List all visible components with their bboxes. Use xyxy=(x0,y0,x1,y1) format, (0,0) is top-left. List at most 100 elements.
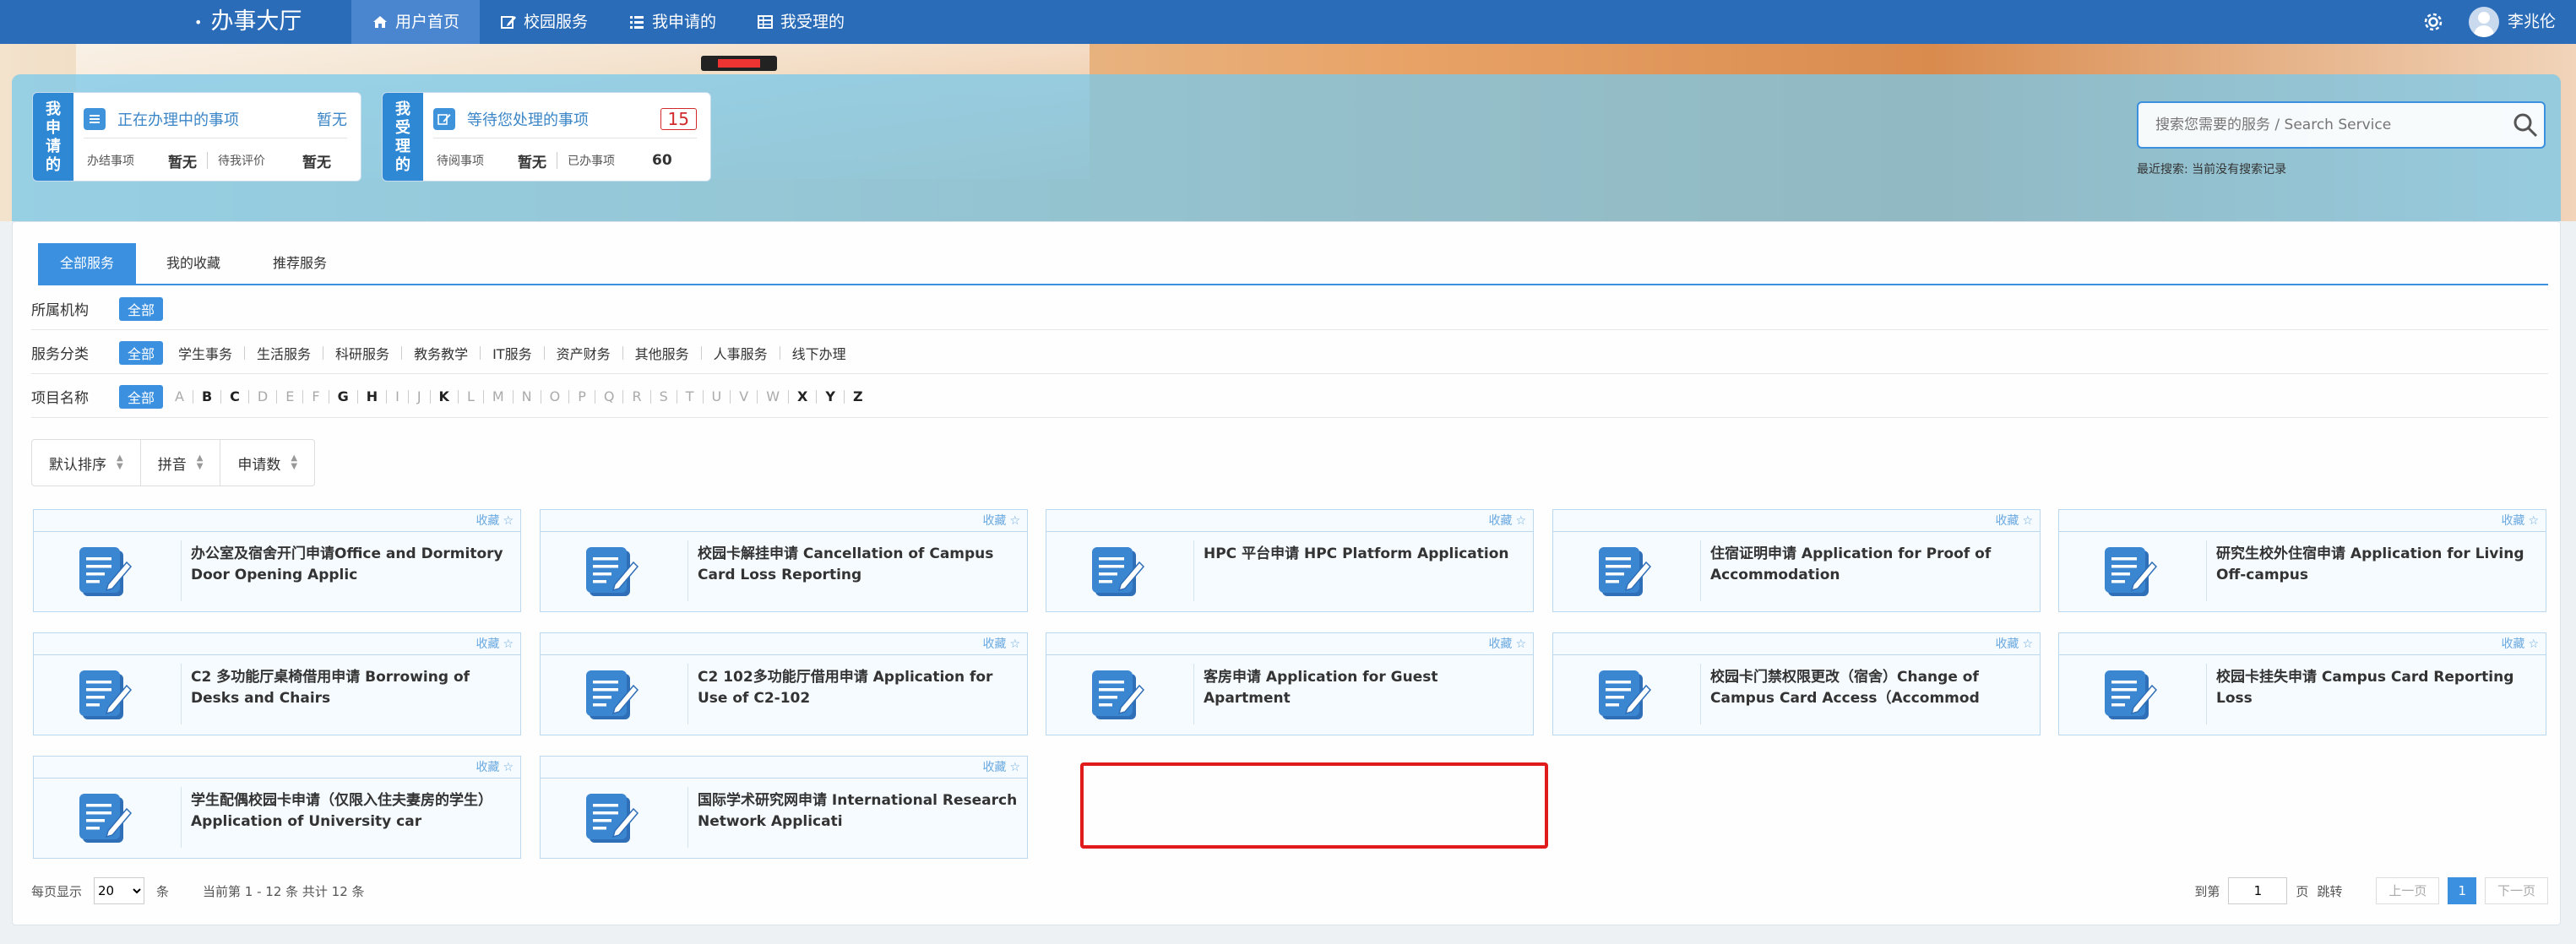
letter-filter-e[interactable]: E xyxy=(277,388,302,404)
nav-my-applications[interactable]: 我申请的 xyxy=(608,0,736,44)
service-card[interactable]: 收藏 ☆ 国际学术研究网申请 International Research Netw… xyxy=(540,756,1028,859)
letter-filter-j[interactable]: J xyxy=(409,388,430,404)
stat-value[interactable]: 暂无 xyxy=(518,150,546,171)
letter-filter-p[interactable]: P xyxy=(569,388,595,404)
user-menu[interactable]: 李兆伦 xyxy=(2468,7,2556,37)
filter-category-option[interactable]: 教务教学 xyxy=(402,343,480,363)
letter-filter-q[interactable]: Q xyxy=(595,388,623,404)
service-card[interactable]: 收藏 ☆ 住宿证明申请 Application for Proof of Accom… xyxy=(1552,509,2041,612)
favorite-button[interactable]: 收藏 ☆ xyxy=(34,510,520,532)
letter-filter-u[interactable]: U xyxy=(704,388,731,404)
nav-home[interactable]: 用户首页 xyxy=(351,0,481,44)
star-icon: ☆ xyxy=(1009,637,1020,651)
favorite-button[interactable]: 收藏 ☆ xyxy=(1553,633,2040,655)
stat-value[interactable]: 60 xyxy=(652,152,672,169)
next-page-button[interactable]: 下一页 xyxy=(2484,877,2548,904)
letter-filter-i[interactable]: I xyxy=(387,388,408,404)
favorite-button[interactable]: 收藏 ☆ xyxy=(1553,510,2040,532)
filter-category-option[interactable]: IT服务 xyxy=(481,343,544,363)
favorite-button[interactable]: 收藏 ☆ xyxy=(2059,510,2546,532)
per-page-select[interactable]: 20 xyxy=(94,877,145,904)
nav-campus-services[interactable]: 校园服务 xyxy=(480,0,608,44)
service-card[interactable]: 收藏 ☆ HPC 平台申请 HPC Platform Application xyxy=(1046,509,1534,612)
nav-my-handled[interactable]: 我受理的 xyxy=(736,0,865,44)
service-card[interactable]: 收藏 ☆ 研究生校外住宿申请 Application for Living Off-… xyxy=(2058,509,2546,612)
tab-all-services[interactable]: 全部服务 xyxy=(38,243,137,284)
favorite-button[interactable]: 收藏 ☆ xyxy=(1046,510,1533,532)
letter-filter-z[interactable]: Z xyxy=(845,388,872,404)
letter-filter-w[interactable]: W xyxy=(758,388,788,404)
pending-count-badge[interactable]: 15 xyxy=(660,107,697,130)
stat-value[interactable]: 暂无 xyxy=(168,150,197,171)
filter-category-label: 服务分类 xyxy=(31,346,89,363)
tab-my-favorites[interactable]: 我的收藏 xyxy=(144,243,242,284)
letter-filter-c[interactable]: C xyxy=(221,388,248,404)
letter-filter-l[interactable]: L xyxy=(459,388,483,404)
letter-filter-o[interactable]: O xyxy=(541,388,569,404)
filter-category-option[interactable]: 科研服务 xyxy=(323,343,401,363)
letter-filter-r[interactable]: R xyxy=(623,388,649,404)
service-card[interactable]: 收藏 ☆ 校园卡解挂申请 Cancellation of Campus Card L… xyxy=(540,509,1028,612)
letter-filter-g[interactable]: G xyxy=(329,388,357,404)
current-page[interactable]: 1 xyxy=(2448,877,2476,904)
letter-filter-f[interactable]: F xyxy=(303,388,328,404)
summary-applied-header[interactable]: 正在办理中的事项 暂无 xyxy=(84,100,347,138)
favorite-button[interactable]: 收藏 ☆ xyxy=(541,757,1027,779)
filter-category-option[interactable]: 生活服务 xyxy=(245,343,323,363)
service-card[interactable]: 收藏 ☆ 校园卡挂失申请 Campus Card Reporting Loss xyxy=(2058,632,2546,735)
letter-filter-m[interactable]: M xyxy=(484,388,513,404)
app-brand[interactable]: • 办事大厅 xyxy=(194,0,302,44)
favorite-button[interactable]: 收藏 ☆ xyxy=(541,510,1027,532)
service-card[interactable]: 收藏 ☆ 客房申请 Application for Guest Apartment xyxy=(1046,632,1534,735)
letter-filter-v[interactable]: V xyxy=(731,388,757,404)
sort-applications[interactable]: 申请数 ▲ ▼ xyxy=(220,440,314,486)
service-card[interactable]: 收藏 ☆ 办公室及宿舍开门申请Office and Dormitory Door O… xyxy=(33,509,521,612)
summary-applied-side: 我申请的 xyxy=(33,93,73,181)
service-card[interactable]: 收藏 ☆ C2 102多功能厅借用申请 Application for Use of… xyxy=(540,632,1028,735)
user-name: 李兆伦 xyxy=(2507,12,2556,31)
sort-pinyin[interactable]: 拼音 ▲ ▼ xyxy=(141,440,221,486)
filter-name-all[interactable]: 全部 xyxy=(119,384,164,409)
service-card[interactable]: 收藏 ☆ C2 多功能厅桌椅借用申请 Borrowing of Desks and … xyxy=(33,632,521,735)
filter-org-all[interactable]: 全部 xyxy=(119,296,164,321)
prev-page-button[interactable]: 上一页 xyxy=(2376,877,2440,904)
document-edit-icon xyxy=(586,670,639,719)
summary-applied-side-label: 我申请的 xyxy=(46,100,61,174)
favorite-button[interactable]: 收藏 ☆ xyxy=(2059,633,2546,655)
summary-handled-header[interactable]: 等待您处理的事项 15 xyxy=(433,100,697,138)
letter-filter-a[interactable]: A xyxy=(166,388,193,404)
star-icon: ☆ xyxy=(2528,637,2539,651)
letter-filter-t[interactable]: T xyxy=(677,388,703,404)
tab-recommended[interactable]: 推荐服务 xyxy=(251,243,349,284)
stat-value[interactable]: 暂无 xyxy=(302,150,331,171)
favorite-button[interactable]: 收藏 ☆ xyxy=(34,757,520,779)
filter-category-option[interactable]: 学生事务 xyxy=(166,343,244,363)
letter-filter-y[interactable]: Y xyxy=(817,388,844,404)
letter-filter-n[interactable]: N xyxy=(514,388,541,404)
letter-filter-k[interactable]: K xyxy=(431,388,458,404)
search-input[interactable] xyxy=(2139,103,2502,147)
letter-filter-d[interactable]: D xyxy=(249,388,276,404)
letter-filter-x[interactable]: X xyxy=(789,388,816,404)
favorite-label: 收藏 xyxy=(982,637,1007,651)
filter-category-option[interactable]: 线下办理 xyxy=(780,343,858,363)
filter-category-all[interactable]: 全部 xyxy=(119,340,164,365)
service-card[interactable]: 收藏 ☆ 校园卡门禁权限更改（宿舍）Change of Campus Card Ac… xyxy=(1552,632,2041,735)
filter-category-option[interactable]: 其他服务 xyxy=(623,343,701,363)
service-card[interactable]: 收藏 ☆ 学生配偶校园卡申请（仅限入住夫妻房的学生）Application of U… xyxy=(33,756,521,859)
goto-page-input[interactable] xyxy=(2228,877,2288,904)
filter-category-option[interactable]: 资产财务 xyxy=(545,343,622,363)
search-icon[interactable] xyxy=(2512,111,2539,138)
gear-icon[interactable] xyxy=(2421,10,2445,34)
letter-filter-h[interactable]: H xyxy=(358,388,386,404)
favorite-button[interactable]: 收藏 ☆ xyxy=(1046,633,1533,655)
jump-button[interactable]: 跳转 xyxy=(2317,882,2342,900)
favorite-label: 收藏 xyxy=(2501,637,2525,651)
favorite-button[interactable]: 收藏 ☆ xyxy=(34,633,520,655)
home-icon xyxy=(373,16,387,28)
letter-filter-b[interactable]: B xyxy=(193,388,220,404)
filter-category-option[interactable]: 人事服务 xyxy=(702,343,780,363)
sort-default[interactable]: 默认排序 ▲ ▼ xyxy=(32,440,141,486)
favorite-button[interactable]: 收藏 ☆ xyxy=(541,633,1027,655)
letter-filter-s[interactable]: S xyxy=(651,388,677,404)
